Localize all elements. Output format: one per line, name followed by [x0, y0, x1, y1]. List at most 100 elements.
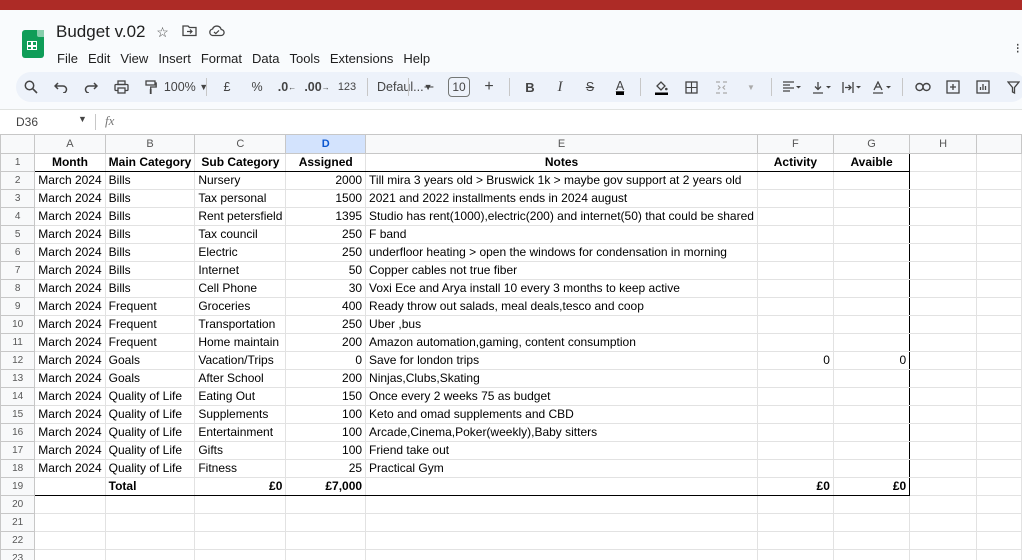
row-number[interactable]: 12: [0, 351, 36, 370]
empty-cell[interactable]: [909, 279, 977, 298]
main-category-cell[interactable]: Quality of Life: [104, 423, 196, 442]
empty-cell[interactable]: [909, 369, 977, 388]
empty-cell[interactable]: [975, 531, 1022, 550]
font-select[interactable]: Defaul... ▼: [374, 74, 432, 100]
vertical-align-icon[interactable]: [808, 74, 836, 100]
activity-cell[interactable]: [756, 261, 834, 280]
available-cell[interactable]: [832, 207, 911, 226]
empty-cell[interactable]: [909, 477, 977, 496]
total-label[interactable]: Total: [104, 477, 196, 496]
main-category-cell[interactable]: Bills: [104, 207, 196, 226]
month-cell[interactable]: March 2024: [34, 189, 106, 208]
text-rotation-icon[interactable]: [868, 74, 896, 100]
insert-comment-icon[interactable]: [939, 74, 967, 100]
undo-icon[interactable]: [47, 74, 75, 100]
notes-cell[interactable]: Practical Gym: [365, 459, 758, 478]
empty-cell[interactable]: [194, 549, 287, 560]
month-cell[interactable]: March 2024: [34, 225, 106, 244]
row-number[interactable]: 18: [0, 459, 36, 478]
activity-cell[interactable]: [756, 333, 834, 352]
empty-cell[interactable]: [104, 513, 196, 532]
name-box-caret-icon[interactable]: ▼: [78, 114, 87, 124]
number-format-button[interactable]: 123: [333, 74, 361, 100]
activity-cell[interactable]: [756, 405, 834, 424]
bold-button[interactable]: B: [516, 74, 544, 100]
activity-cell[interactable]: [756, 459, 834, 478]
empty-cell[interactable]: [975, 207, 1022, 226]
sub-category-cell[interactable]: Nursery: [194, 171, 287, 190]
menu-insert[interactable]: Insert: [153, 51, 196, 66]
main-category-cell[interactable]: Quality of Life: [104, 441, 196, 460]
empty-cell[interactable]: [365, 531, 758, 550]
main-category-cell[interactable]: Bills: [104, 225, 196, 244]
notes-cell[interactable]: Studio has rent(1000),electric(200) and …: [365, 207, 758, 226]
empty-cell[interactable]: [34, 477, 106, 496]
empty-cell[interactable]: [909, 531, 977, 550]
empty-cell[interactable]: [975, 477, 1022, 496]
month-cell[interactable]: March 2024: [34, 243, 106, 262]
available-cell[interactable]: [832, 261, 911, 280]
empty-cell[interactable]: [832, 495, 911, 514]
empty-cell[interactable]: [909, 297, 977, 316]
empty-cell[interactable]: [34, 549, 106, 560]
empty-cell[interactable]: [909, 387, 977, 406]
main-category-cell[interactable]: Frequent: [104, 297, 196, 316]
month-cell[interactable]: March 2024: [34, 387, 106, 406]
available-cell[interactable]: [832, 297, 911, 316]
empty-cell[interactable]: [975, 243, 1022, 262]
decrease-decimal-button[interactable]: .0 ←: [273, 74, 301, 100]
header-cell[interactable]: Main Category: [104, 153, 196, 172]
sub-category-cell[interactable]: Supplements: [194, 405, 287, 424]
row-number[interactable]: 15: [0, 405, 36, 424]
assigned-cell[interactable]: 2000: [285, 171, 367, 190]
merge-cells-icon[interactable]: [707, 74, 735, 100]
star-icon[interactable]: ☆: [154, 24, 171, 41]
sub-category-cell[interactable]: Eating Out: [194, 387, 287, 406]
name-box[interactable]: D36: [16, 115, 38, 129]
empty-cell[interactable]: [975, 315, 1022, 334]
row-number[interactable]: 20: [0, 495, 36, 514]
assigned-cell[interactable]: 25: [285, 459, 367, 478]
sub-category-cell[interactable]: Tax council: [194, 225, 287, 244]
empty-cell[interactable]: [975, 261, 1022, 280]
empty-cell[interactable]: [34, 531, 106, 550]
sub-category-cell[interactable]: Rent petersfield: [194, 207, 287, 226]
empty-cell[interactable]: [365, 549, 758, 560]
main-category-cell[interactable]: Quality of Life: [104, 387, 196, 406]
empty-cell[interactable]: [909, 189, 977, 208]
empty-cell[interactable]: [975, 549, 1022, 560]
empty-cell[interactable]: [909, 225, 977, 244]
month-cell[interactable]: March 2024: [34, 369, 106, 388]
activity-cell[interactable]: [756, 243, 834, 262]
notes-cell[interactable]: 2021 and 2022 installments ends in 2024 …: [365, 189, 758, 208]
column-header-e[interactable]: E: [365, 134, 758, 154]
row-number[interactable]: 22: [0, 531, 36, 550]
total-available[interactable]: £0: [832, 477, 911, 496]
empty-cell[interactable]: [909, 423, 977, 442]
empty-cell[interactable]: [365, 495, 758, 514]
empty-cell[interactable]: [975, 333, 1022, 352]
assigned-cell[interactable]: 400: [285, 297, 367, 316]
sub-category-cell[interactable]: Entertainment: [194, 423, 287, 442]
empty-cell[interactable]: [832, 513, 911, 532]
merge-caret-icon[interactable]: ▼: [737, 74, 765, 100]
header-cell[interactable]: [909, 153, 977, 172]
month-cell[interactable]: March 2024: [34, 405, 106, 424]
available-cell[interactable]: [832, 441, 911, 460]
month-cell[interactable]: March 2024: [34, 351, 106, 370]
column-header-d[interactable]: D: [285, 134, 367, 154]
available-cell[interactable]: [832, 315, 911, 334]
font-size-input[interactable]: 10: [445, 74, 473, 100]
notes-cell[interactable]: Voxi Ece and Arya install 10 every 3 mon…: [365, 279, 758, 298]
cloud-status-icon[interactable]: [208, 24, 225, 41]
empty-cell[interactable]: [909, 495, 977, 514]
header-cell[interactable]: Month: [34, 153, 106, 172]
increase-decimal-button[interactable]: .00 →: [303, 74, 331, 100]
empty-cell[interactable]: [975, 225, 1022, 244]
header-cell[interactable]: Notes: [365, 153, 758, 172]
month-cell[interactable]: March 2024: [34, 261, 106, 280]
total-activity[interactable]: £0: [756, 477, 834, 496]
row-number[interactable]: 3: [0, 189, 36, 208]
empty-cell[interactable]: [365, 513, 758, 532]
italic-button[interactable]: I: [546, 74, 574, 100]
